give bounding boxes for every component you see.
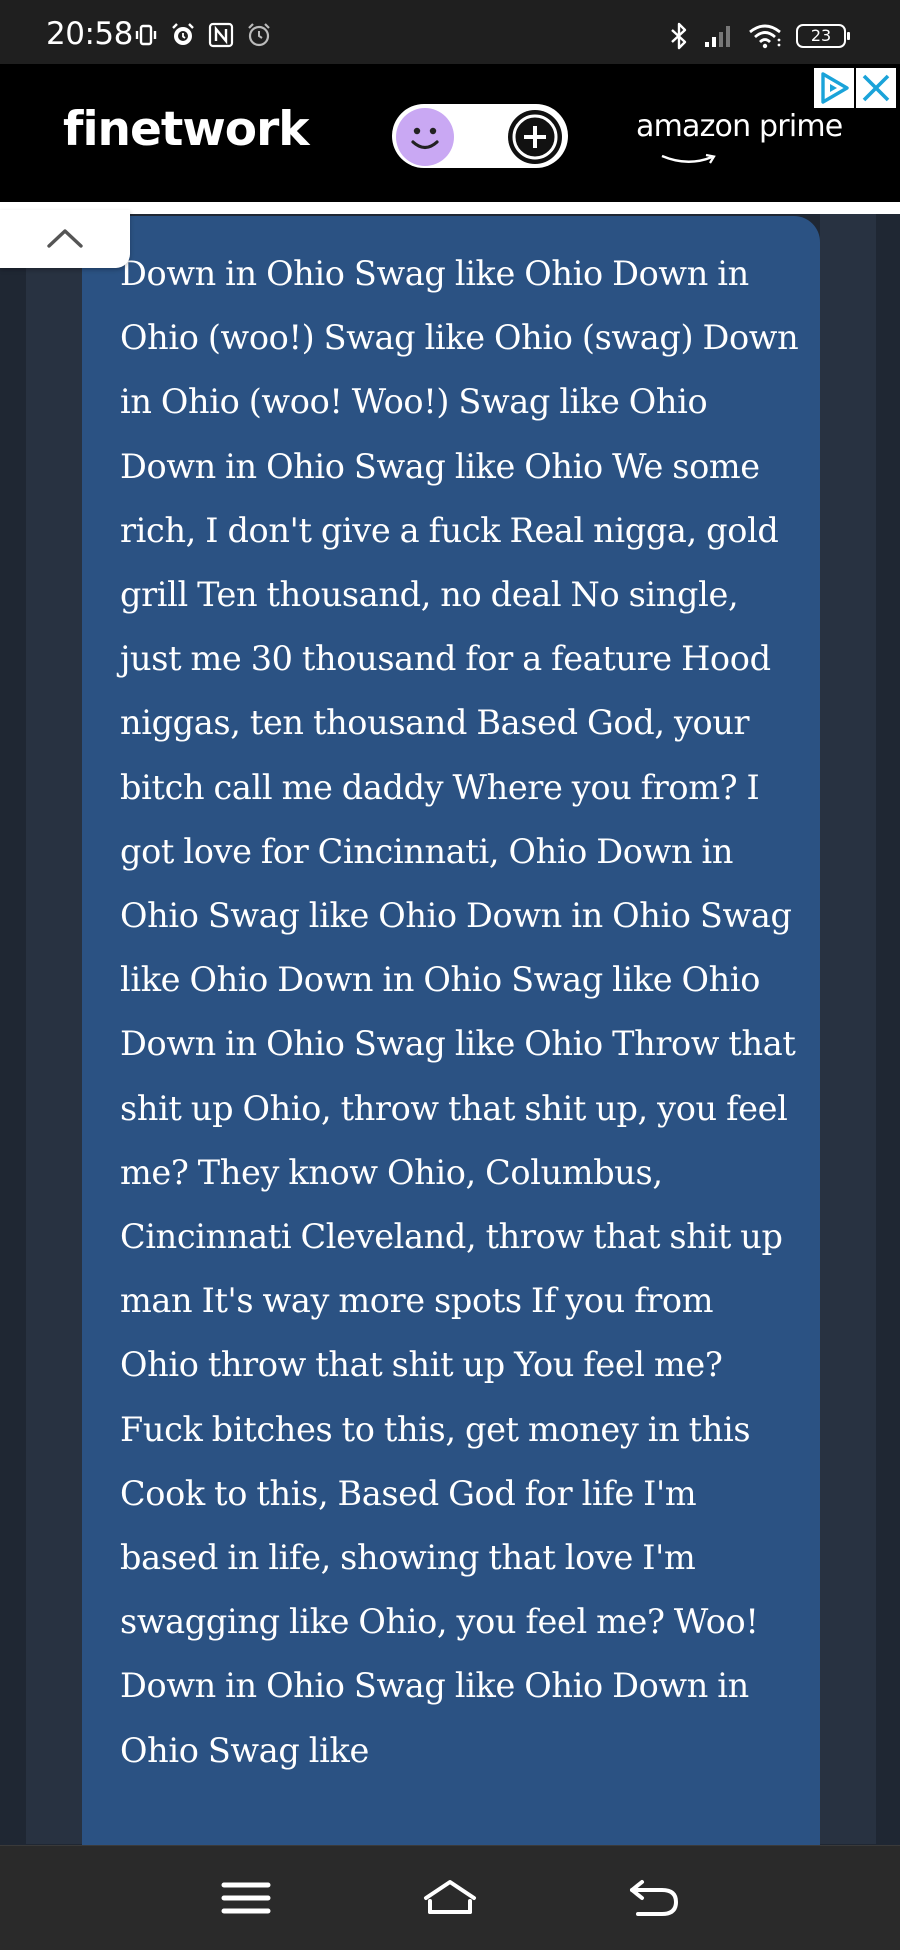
signal-icon: [704, 24, 734, 48]
nfc-icon: [208, 22, 234, 48]
ad-banner[interactable]: finetwork amazon prime: [0, 64, 900, 203]
ad-partner-logo[interactable]: amazon prime: [636, 109, 843, 144]
status-bar: 20:58 23: [0, 0, 900, 64]
menu-icon[interactable]: [216, 1868, 276, 1928]
status-right-icons: 23: [668, 22, 850, 50]
alarm-clock-icon: [246, 22, 272, 48]
battery-icon: 23: [796, 24, 850, 48]
page-side-rail-left: [26, 214, 82, 1844]
ad-brand-logo[interactable]: finetwork: [63, 102, 310, 157]
navigation-bar: [0, 1845, 900, 1950]
wifi-icon: [748, 23, 782, 49]
smiley-icon: [396, 108, 454, 166]
page-side-rail-right: [820, 214, 876, 1844]
vibrate-icon: [134, 23, 158, 47]
chevron-up-icon: [46, 226, 84, 254]
lyrics-text: Down in Ohio Swag like Ohio Down in Ohio…: [120, 254, 799, 1770]
ad-choices[interactable]: [814, 68, 896, 108]
collapse-ad-button[interactable]: [0, 210, 130, 268]
ad-choices-icon[interactable]: [814, 68, 854, 108]
status-time: 20:58: [46, 16, 133, 52]
amazon-smile-icon: [660, 152, 720, 171]
status-left-icons: [134, 22, 272, 48]
alarm-icon: [170, 22, 196, 48]
back-icon[interactable]: [624, 1868, 684, 1928]
ad-close-icon[interactable]: [856, 68, 896, 108]
page-header-strip: [0, 202, 900, 214]
plus-icon: [508, 110, 562, 164]
lyrics-card: Down in Ohio Swag like Ohio Down in Ohio…: [82, 216, 820, 1856]
bluetooth-icon: [668, 22, 690, 50]
phone-screen: 20:58 23 finetwork amazon prime Down in …: [0, 0, 900, 1950]
ad-toggle-graphic[interactable]: [392, 104, 568, 168]
home-icon[interactable]: [420, 1868, 480, 1928]
